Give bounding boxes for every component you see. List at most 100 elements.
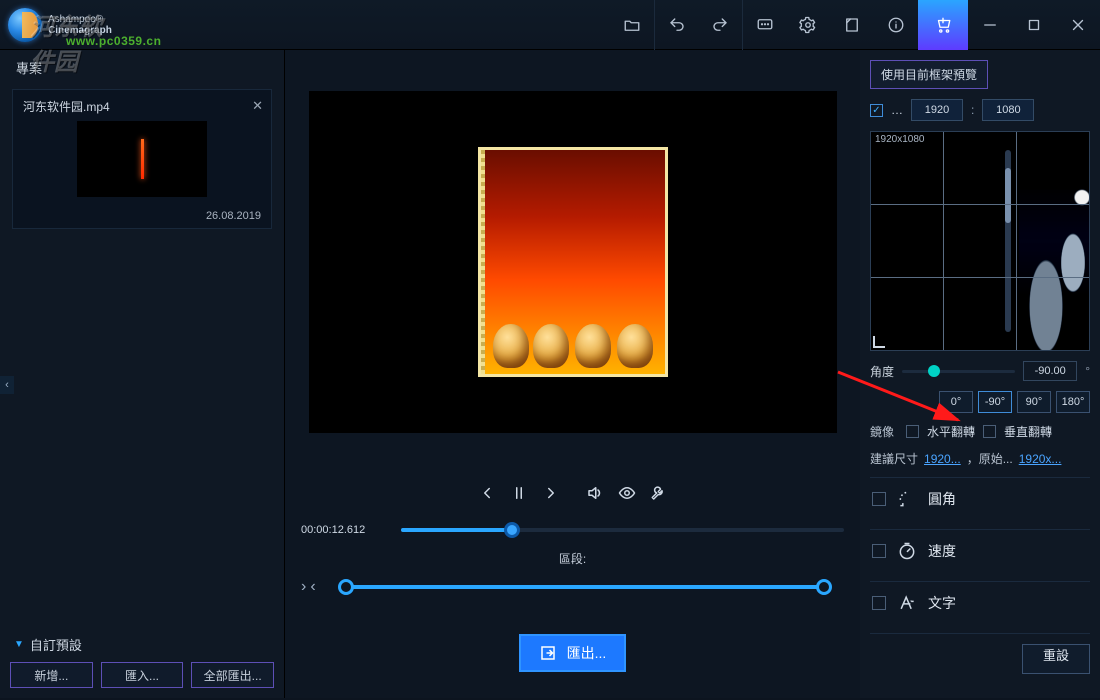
segment-track[interactable] [346,585,824,589]
vflip-label: 垂直翻轉 [1004,423,1052,440]
preset-export-all-button[interactable]: 全部匯出... [191,662,274,688]
preview-eye-button[interactable] [618,484,636,505]
main: 專案 河东软件园.mp4 ✕ 26.08.2019 ‹ ▼ 自訂預設 新增...… [0,50,1100,698]
crop-corner-icon [873,336,885,348]
crop-resolution: 1920x1080 [875,134,925,145]
titlebar: Ashampoo® Cinemagraph 河东软件园 www.pc0359.c… [0,0,1100,50]
titlebar-actions [610,0,1100,50]
crop-grid [871,132,1089,350]
mirror-row: 鏡像 水平翻轉 垂直翻轉 [870,423,1090,440]
height-input[interactable]: 1080 [982,99,1034,121]
info-button[interactable] [874,0,918,50]
redo-button[interactable] [698,0,742,50]
reset-button[interactable]: 重設 [1022,644,1090,674]
notes-button[interactable] [830,0,874,50]
chat-button[interactable] [742,0,786,50]
close-button[interactable] [1056,0,1100,50]
hflip-label: 水平翻轉 [927,423,975,440]
playback-controls [285,474,860,514]
presets-panel: ▼ 自訂預設 新增... 匯入... 全部匯出... [0,627,284,698]
section-speed[interactable]: 速度 [870,529,1090,571]
project-close-button[interactable]: ✕ [252,98,263,114]
round-icon [896,488,918,510]
watermark-url: www.pc0359.cn [66,34,161,48]
right-panel: 使用目前框架預覽 ✓ … 1920 : 1080 1920x1080 角度 -9… [860,50,1100,698]
presets-heading: 自訂預設 [30,635,82,654]
undo-button[interactable] [654,0,698,50]
original-size-link[interactable]: 1920x... [1019,452,1062,466]
preset-import-button[interactable]: 匯入... [101,662,184,688]
crop-preview[interactable]: 1920x1080 [870,131,1090,351]
timeline-slider[interactable] [401,528,844,532]
presets-header[interactable]: ▼ 自訂預設 [8,627,276,662]
angle-90-button[interactable]: 90° [1017,391,1051,413]
next-frame-button[interactable] [542,484,560,505]
project-name: 河东软件园.mp4 [23,98,261,115]
settings-button[interactable] [786,0,830,50]
speed-label: 速度 [928,541,956,561]
timecode: 00:00:12.612 [301,524,391,536]
timeline-knob[interactable] [504,522,520,538]
center-panel: 00:00:12.612 區段: › ‹ 匯出... [285,50,860,698]
text-icon [896,592,918,614]
video-frame[interactable] [309,91,837,433]
seg-next-button[interactable]: › [301,578,306,596]
seg-prev-button[interactable]: ‹ [310,578,315,596]
section-text[interactable]: 文字 [870,581,1090,623]
project-thumbnail [77,121,207,197]
mirror-label: 鏡像 [870,423,898,440]
volume-button[interactable] [586,484,604,505]
hflip-checkbox[interactable] [906,425,919,438]
suggest-row: 建議尺寸 1920... ，原始... 1920x... [870,450,1090,467]
text-checkbox[interactable] [872,596,886,610]
angle-slider[interactable] [902,370,1015,373]
angle-180-button[interactable]: 180° [1056,391,1090,413]
preset-add-button[interactable]: 新增... [10,662,93,688]
section-round[interactable]: 圓角 [870,477,1090,519]
segment-label: 區段: [285,550,860,567]
aspect-lock-checkbox[interactable]: ✓ [870,104,883,117]
video-content [478,147,668,377]
dim-colon: : [971,103,974,117]
viewer [285,50,860,474]
text-label: 文字 [928,593,956,613]
angle-0-button[interactable]: 0° [939,391,973,413]
angle-label: 角度 [870,363,894,380]
speed-checkbox[interactable] [872,544,886,558]
cart-button[interactable] [918,0,968,50]
angle-presets: 0° -90° 90° 180° [870,391,1090,413]
suggest-mid: ，原始... [967,450,1013,467]
export-label: 匯出... [567,643,607,663]
suggest-size-link[interactable]: 1920... [924,452,961,466]
timeline-row: 00:00:12.612 [285,514,860,546]
left-panel: 專案 河东软件园.mp4 ✕ 26.08.2019 ‹ ▼ 自訂預設 新增...… [0,50,285,698]
tools-button[interactable] [650,484,668,505]
segment-end-handle[interactable] [816,579,832,595]
round-checkbox[interactable] [872,492,886,506]
caret-icon: ▼ [14,639,24,650]
pause-button[interactable] [510,484,528,505]
angle-knob[interactable] [928,365,940,377]
export-button[interactable]: 匯出... [519,634,627,672]
angle-row: 角度 -90.00 ° [870,361,1090,381]
maximize-button[interactable] [1012,0,1056,50]
project-date: 26.08.2019 [206,210,261,222]
project-card[interactable]: 河东软件园.mp4 ✕ 26.08.2019 [12,89,272,229]
round-label: 圓角 [928,489,956,509]
aspect-ellipsis: … [891,103,903,117]
dimension-row: ✓ … 1920 : 1080 [870,99,1090,121]
angle-value[interactable]: -90.00 [1023,361,1077,381]
suggest-label: 建議尺寸 [870,450,918,467]
segment-start-handle[interactable] [338,579,354,595]
collapse-left-button[interactable]: ‹ [0,376,14,394]
open-folder-button[interactable] [610,0,654,50]
minimize-button[interactable] [968,0,1012,50]
speed-icon [896,540,918,562]
logo: Ashampoo® Cinemagraph 河东软件园 www.pc0359.c… [0,0,112,50]
prev-frame-button[interactable] [478,484,496,505]
degree-symbol: ° [1085,364,1090,378]
use-frame-preview-button[interactable]: 使用目前框架預覽 [870,60,988,89]
width-input[interactable]: 1920 [911,99,963,121]
vflip-checkbox[interactable] [983,425,996,438]
angle-neg90-button[interactable]: -90° [978,391,1012,413]
